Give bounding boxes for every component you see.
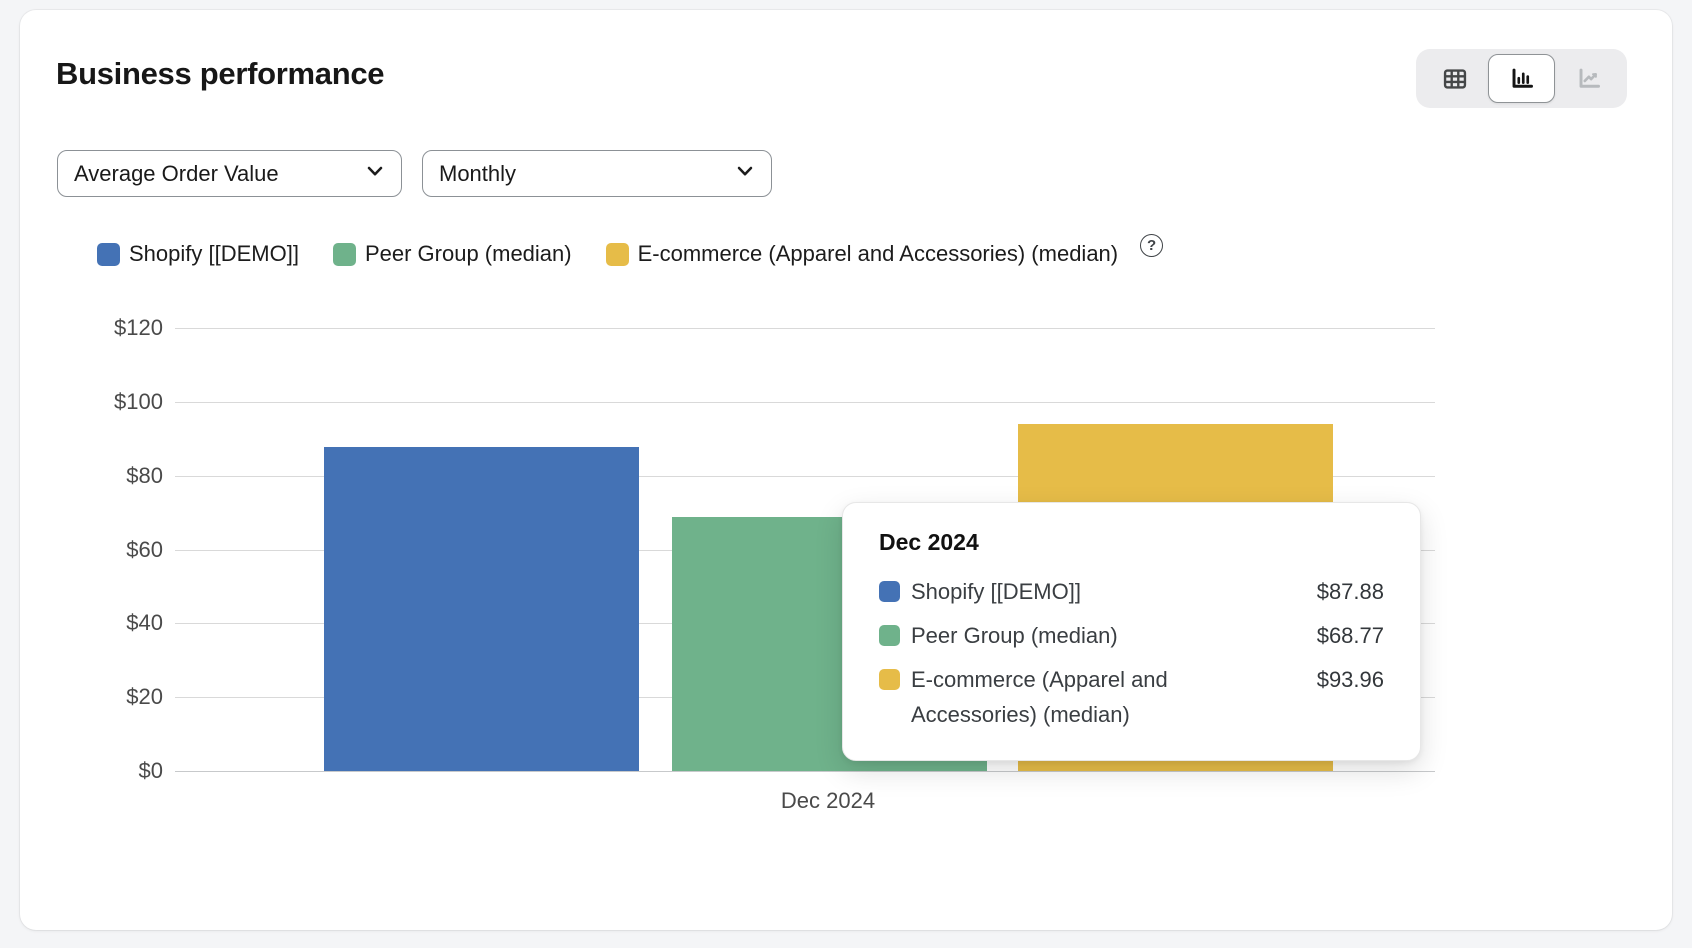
bar-series-1[interactable] — [324, 447, 639, 771]
y-axis-tick-label: $120 — [20, 315, 163, 341]
business-performance-card: Business performance — [20, 10, 1672, 930]
tooltip-series-label: Peer Group (median) — [911, 618, 1274, 653]
tooltip-title: Dec 2024 — [879, 529, 1384, 556]
tooltip-color-swatch — [879, 669, 900, 690]
gridline — [175, 328, 1435, 329]
bar-chart-plot-area: Dec 2024 $0 $20 $40 $60 $80 $100 $120 — [20, 10, 1672, 930]
y-axis-tick-label: $20 — [20, 684, 163, 710]
tooltip-series-value: $87.88 — [1274, 574, 1384, 609]
y-axis-tick-label: $60 — [20, 537, 163, 563]
chart-tooltip: Dec 2024 Shopify [[DEMO]] $87.88 Peer Gr… — [842, 502, 1421, 761]
page-background: { "page": { "background": "#f4f5f7" }, "… — [0, 0, 1692, 948]
gridline — [175, 402, 1435, 403]
y-axis-tick-label: $40 — [20, 610, 163, 636]
tooltip-series-label: E-commerce (Apparel and Accessories) (me… — [911, 662, 1274, 732]
y-axis-tick-label: $80 — [20, 463, 163, 489]
gridline — [175, 771, 1435, 772]
y-axis-tick-label: $100 — [20, 389, 163, 415]
tooltip-color-swatch — [879, 625, 900, 646]
tooltip-color-swatch — [879, 581, 900, 602]
tooltip-series-label: Shopify [[DEMO]] — [911, 574, 1274, 609]
tooltip-series-value: $68.77 — [1274, 618, 1384, 653]
tooltip-rows: Shopify [[DEMO]] $87.88 Peer Group (medi… — [879, 574, 1384, 732]
y-axis-tick-label: $0 — [20, 758, 163, 784]
tooltip-series-value: $93.96 — [1274, 662, 1384, 697]
x-axis-label: Dec 2024 — [781, 788, 875, 814]
